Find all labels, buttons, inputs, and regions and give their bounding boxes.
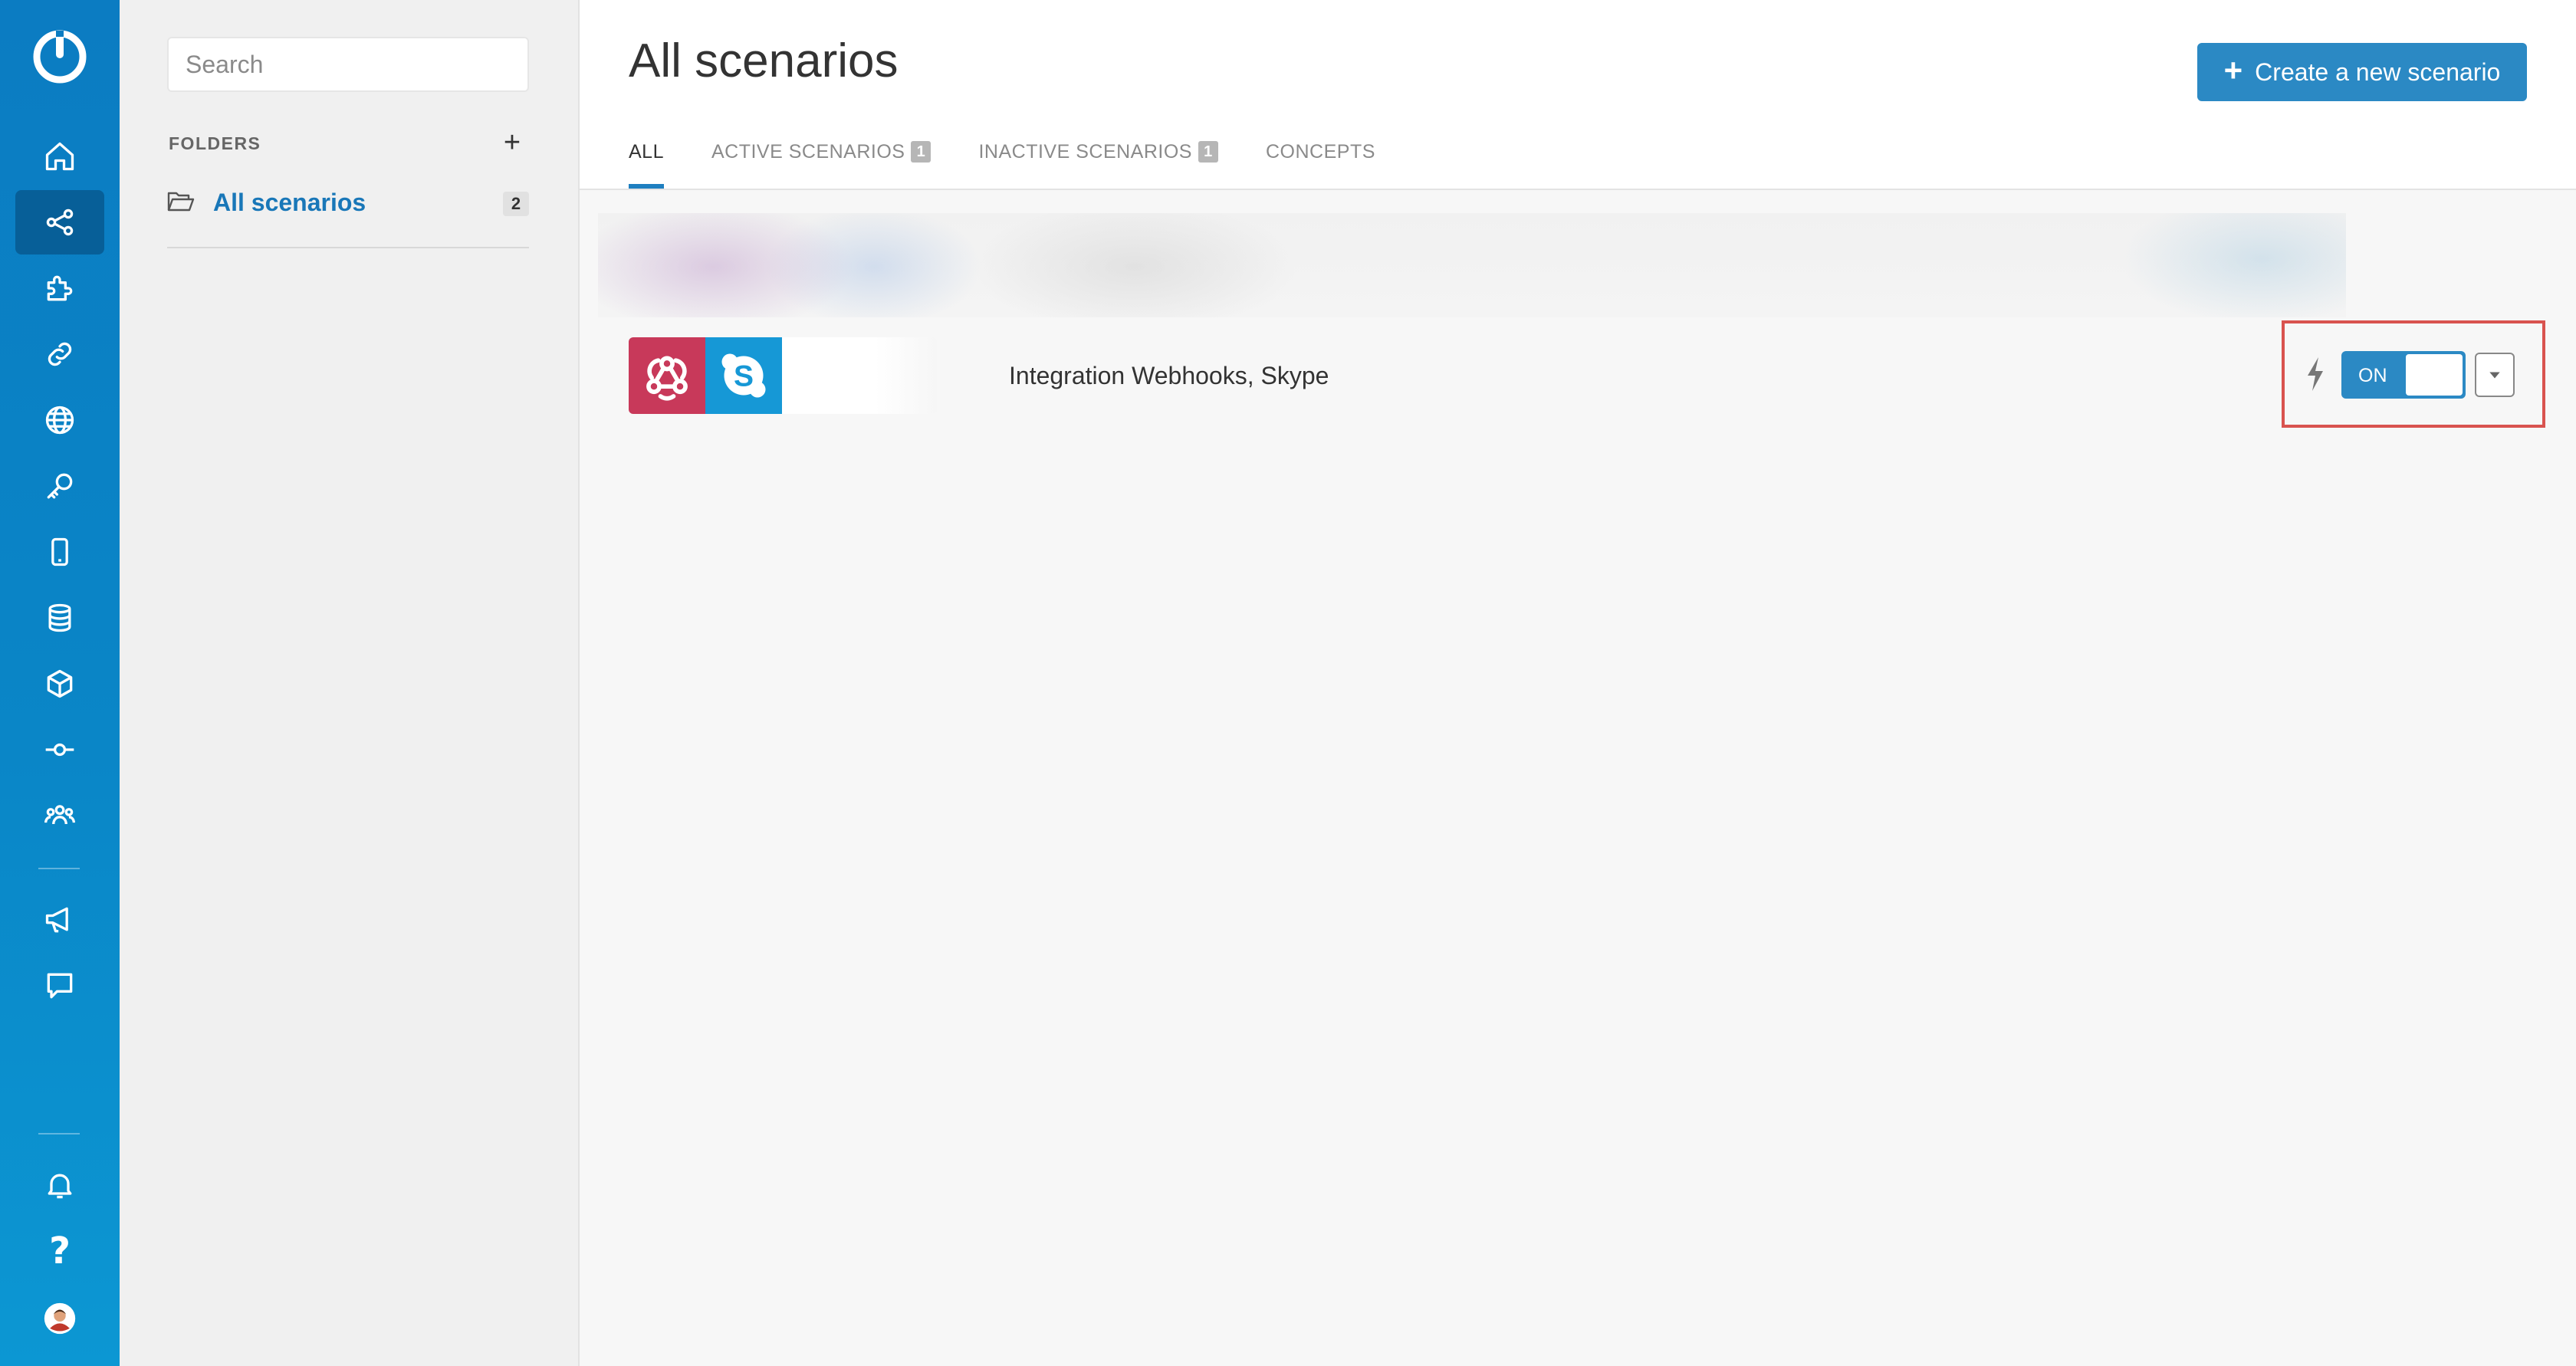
webhooks-icon — [629, 337, 705, 414]
database-icon[interactable] — [15, 586, 104, 650]
scenario-row[interactable]: S Integration Webhooks, Skype — [629, 337, 2361, 414]
chat-icon[interactable] — [15, 954, 104, 1018]
create-scenario-button[interactable]: + Create a new scenario — [2197, 43, 2527, 101]
key-icon[interactable] — [15, 454, 104, 518]
app-icon-placeholder — [782, 337, 937, 414]
main-content: All scenarios + Create a new scenario AL… — [580, 0, 2576, 1366]
sidebar-divider — [38, 868, 80, 869]
folder-count-badge: 2 — [503, 192, 529, 216]
globe-icon[interactable] — [15, 388, 104, 452]
tab-count-badge: 1 — [911, 141, 932, 163]
bell-icon[interactable] — [15, 1153, 104, 1217]
page-header: All scenarios + Create a new scenario AL… — [580, 0, 2576, 190]
instant-trigger-icon — [2308, 357, 2323, 391]
svg-text:S: S — [734, 360, 754, 393]
caret-down-icon — [2489, 372, 2500, 378]
megaphone-icon[interactable] — [15, 888, 104, 952]
team-icon[interactable] — [15, 783, 104, 848]
toggle-on-label: ON — [2358, 365, 2387, 386]
folders-heading: FOLDERS — [169, 133, 261, 153]
scenarios-share-icon[interactable] — [15, 190, 104, 254]
make-logo[interactable] — [31, 28, 89, 86]
add-folder-button[interactable]: + — [497, 127, 527, 158]
page-title: All scenarios — [629, 34, 899, 87]
folder-open-icon — [167, 192, 195, 212]
blurred-banner — [598, 213, 2346, 317]
tab-all[interactable]: ALL — [629, 138, 664, 189]
create-scenario-label: Create a new scenario — [2255, 57, 2501, 86]
puzzle-icon[interactable] — [15, 256, 104, 320]
scenario-app-icons: S — [629, 337, 937, 414]
avatar[interactable] — [15, 1286, 104, 1351]
scenario-name[interactable]: Integration Webhooks, Skype — [1009, 362, 1329, 390]
mobile-device-icon[interactable] — [15, 520, 104, 584]
home-icon[interactable] — [15, 124, 104, 189]
search-input[interactable] — [167, 37, 529, 92]
flow-node-icon[interactable] — [15, 717, 104, 782]
tab-concepts[interactable]: CONCEPTS — [1266, 138, 1375, 189]
scenario-options-dropdown[interactable] — [2475, 353, 2515, 397]
app-sidebar: ? — [0, 0, 120, 1366]
sidebar-divider — [38, 1133, 80, 1135]
tab-count-badge: 1 — [1198, 141, 1218, 163]
scenario-tabs: ALL ACTIVE SCENARIOS 1 INACTIVE SCENARIO… — [629, 138, 1423, 189]
help-icon[interactable]: ? — [15, 1219, 104, 1283]
scenario-on-off-toggle[interactable]: ON — [2341, 351, 2466, 399]
cube-icon[interactable] — [15, 652, 104, 716]
plus-icon: + — [2223, 52, 2243, 88]
folder-divider — [167, 247, 529, 248]
toggle-knob — [2406, 354, 2463, 396]
folders-panel: FOLDERS + All scenarios 2 — [120, 0, 580, 1366]
tab-inactive-scenarios[interactable]: INACTIVE SCENARIOS 1 — [978, 138, 1218, 189]
tab-active-scenarios[interactable]: ACTIVE SCENARIOS 1 — [711, 138, 932, 189]
link-icon[interactable] — [15, 322, 104, 386]
folder-name: All scenarios — [213, 189, 366, 216]
skype-icon: S — [705, 337, 782, 414]
folder-item-all-scenarios[interactable]: All scenarios 2 — [167, 182, 529, 224]
